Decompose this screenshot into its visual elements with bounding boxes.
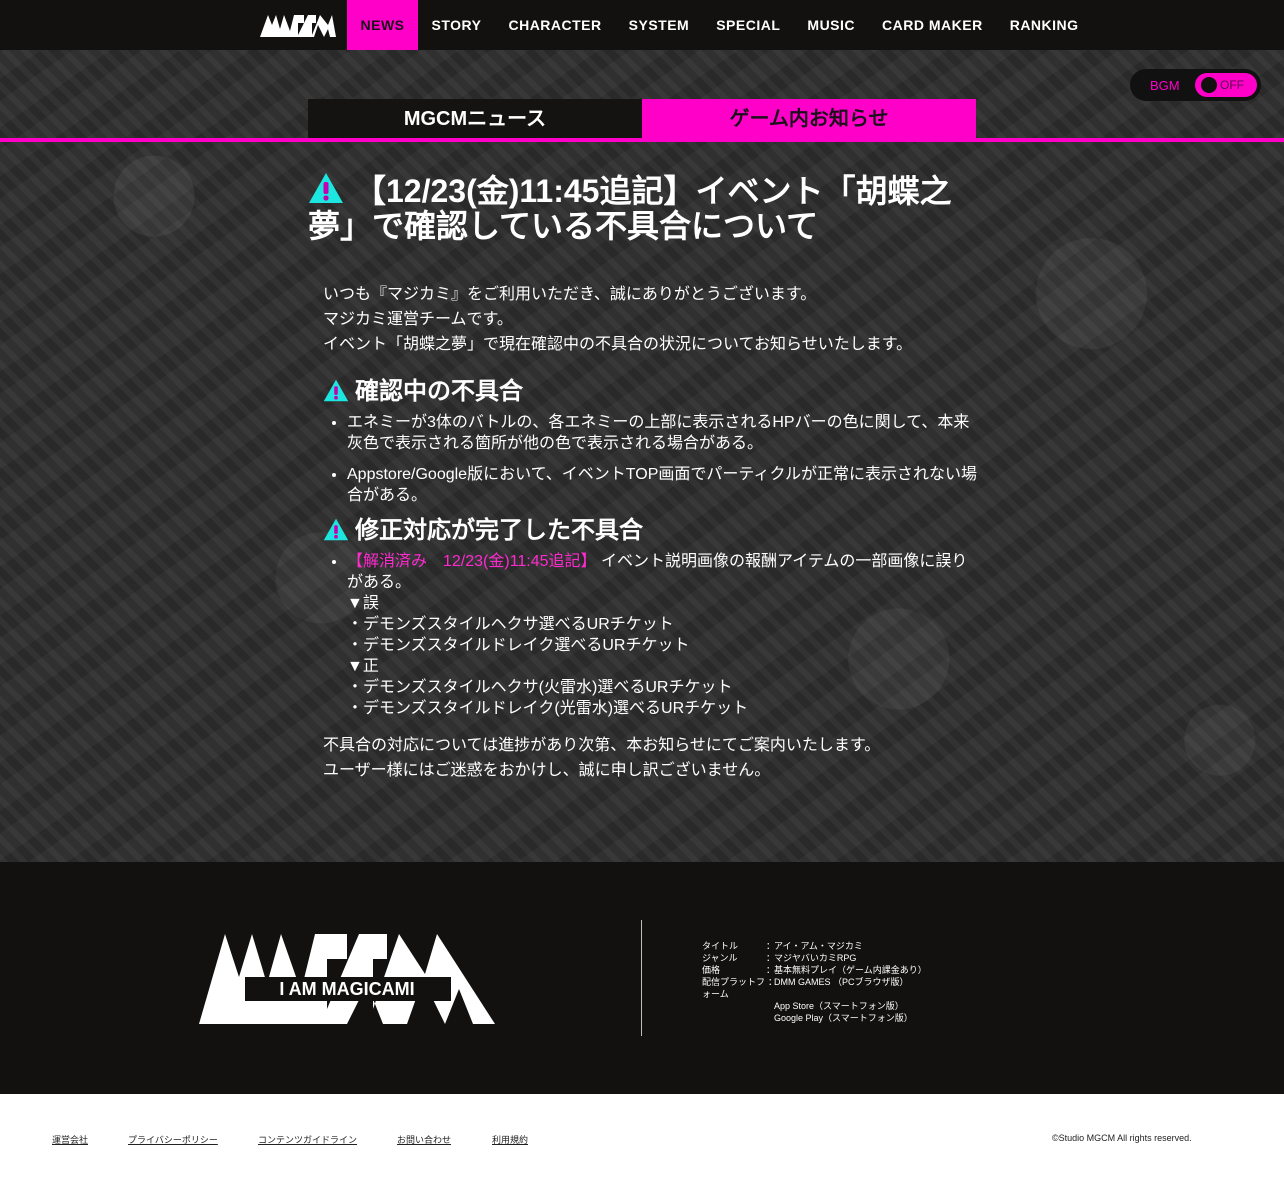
intro-line: マジカミ運営チームです。 — [323, 311, 513, 328]
correction-line: ・デモンズスタイルドレイク選べるURチケット — [347, 637, 690, 654]
footer-logo: I AM MAGICAMI — [199, 934, 495, 1024]
intro-paragraph: いつも『マジカミ』をご利用いただき、誠にありがとうございます。 マジカミ運営チー… — [323, 282, 983, 357]
link-content-guidelines[interactable]: コンテンツガイドライン — [258, 1133, 357, 1146]
correction-line: ▼誤 — [347, 595, 379, 612]
bgm-control: BGM OFF — [1130, 69, 1261, 101]
info-row: 配信プラットフォーム： DMM GAMES （PCブラウザ版） — [702, 977, 909, 999]
correction-line: ・デモンズスタイルドレイク(光雷水)選べるURチケット — [347, 700, 749, 717]
news-content-area: BGM OFF MGCMニュース ゲーム内お知らせ 【12/23(金)11:45… — [0, 50, 1284, 862]
bgm-toggle[interactable]: OFF — [1195, 73, 1257, 97]
link-company[interactable]: 運営会社 — [52, 1133, 88, 1146]
resolved-tag: 【解消済み 12/23(金)11:45追記】 — [347, 553, 597, 570]
tab-mgcm-news[interactable]: MGCMニュース — [308, 99, 642, 139]
nav-card-maker[interactable]: CARD MAKER — [869, 0, 997, 50]
site-logo[interactable] — [258, 11, 338, 39]
nav-music[interactable]: MUSIC — [794, 0, 869, 50]
article-title-text: 【12/23(金)11:45追記】イベント「胡蝶之夢」で確認している不具合につい… — [308, 173, 952, 244]
info-row: 価格：基本無料プレイ（ゲーム内課金あり） — [702, 965, 927, 975]
list-item: 【解消済み 12/23(金)11:45追記】 イベント説明画像の報酬アイテムの一… — [347, 551, 983, 719]
intro-line: いつも『マジカミ』をご利用いただき、誠にありがとうございます。 — [323, 286, 817, 303]
nav-system[interactable]: SYSTEM — [615, 0, 703, 50]
article-title: 【12/23(金)11:45追記】イベント「胡蝶之夢」で確認している不具合につい… — [308, 172, 976, 244]
nav-story[interactable]: STORY — [418, 0, 495, 50]
section-heading-fixed: 修正対応が完了した不具合 — [323, 516, 983, 546]
warning-icon — [323, 379, 349, 402]
link-terms[interactable]: 利用規約 — [492, 1133, 528, 1146]
warning-icon — [323, 518, 349, 541]
toggle-knob — [1201, 77, 1217, 93]
section-heading-text: 修正対応が完了した不具合 — [355, 517, 643, 544]
link-privacy-policy[interactable]: プライバシーポリシー — [128, 1133, 218, 1146]
investigating-list: エネミーが3体のバトルの、各エネミーの上部に表示されるHPバーの色に関して、本来… — [323, 412, 983, 506]
nav-character[interactable]: CHARACTER — [495, 0, 615, 50]
fixed-list: 【解消済み 12/23(金)11:45追記】 イベント説明画像の報酬アイテムの一… — [323, 551, 983, 719]
closing-paragraph: 不具合の対応については進捗があり次第、本お知らせにてご案内いたします。 ユーザー… — [323, 733, 983, 783]
info-row: ジャンル：マジヤバいカミRPG — [702, 953, 857, 963]
list-item: エネミーが3体のバトルの、各エネミーの上部に表示されるHPバーの色に関して、本来… — [347, 412, 983, 454]
main-nav: NEWS STORY CHARACTER SYSTEM SPECIAL MUSI… — [347, 0, 1092, 50]
correction-lines: ▼誤 ・デモンズスタイルヘクサ選べるURチケット ・デモンズスタイルドレイク選べ… — [347, 593, 983, 719]
legal-bar: 運営会社 プライバシーポリシー コンテンツガイドライン お問い合わせ 利用規約 … — [0, 1094, 1284, 1183]
correction-line: ▼正 — [347, 658, 379, 675]
section-heading-text: 確認中の不具合 — [355, 378, 523, 405]
correction-line: ・デモンズスタイルヘクサ(火雷水)選べるURチケット — [347, 679, 733, 696]
footer: I AM MAGICAMI タイトル：アイ・アム・マジカミ ジャンル：マジヤバい… — [0, 862, 1284, 1094]
warning-icon — [309, 173, 343, 203]
footer-divider — [641, 920, 642, 1036]
news-tabs: MGCMニュース ゲーム内お知らせ — [308, 99, 976, 139]
copyright: ©Studio MGCM All rights reserved. — [1052, 1133, 1192, 1143]
game-info: タイトル：アイ・アム・マジカミ ジャンル：マジヤバいカミRPG 価格：基本無料プ… — [702, 940, 927, 1024]
top-navigation-bar: NEWS STORY CHARACTER SYSTEM SPECIAL MUSI… — [0, 0, 1284, 50]
intro-line: イベント「胡蝶之夢」で現在確認中の不具合の状況についてお知らせいたします。 — [323, 336, 913, 353]
article-body: いつも『マジカミ』をご利用いただき、誠にありがとうございます。 マジカミ運営チー… — [323, 282, 983, 783]
info-row: タイトル：アイ・アム・マジカミ — [702, 941, 863, 951]
closing-line: 不具合の対応については進捗があり次第、本お知らせにてご案内いたします。 — [323, 737, 881, 754]
bgm-label: BGM — [1150, 78, 1180, 93]
nav-ranking[interactable]: RANKING — [996, 0, 1092, 50]
nav-special[interactable]: SPECIAL — [703, 0, 794, 50]
tab-ingame-notice[interactable]: ゲーム内お知らせ — [642, 99, 976, 139]
info-row: Google Play（スマートフォン版） — [774, 1013, 913, 1023]
tab-underline — [0, 138, 1284, 142]
section-heading-investigating: 確認中の不具合 — [323, 377, 983, 407]
bgm-state: OFF — [1220, 78, 1244, 92]
correction-line: ・デモンズスタイルヘクサ選べるURチケット — [347, 616, 674, 633]
info-row: App Store（スマートフォン版） — [774, 1001, 904, 1011]
list-item: Appstore/Google版において、イベントTOP画面でパーティクルが正常… — [347, 464, 983, 506]
nav-news[interactable]: NEWS — [347, 0, 418, 50]
closing-line: ユーザー様にはご迷惑をおかけし、誠に申し訳ございません。 — [323, 762, 771, 779]
logo-caption: I AM MAGICAMI — [279, 979, 414, 999]
link-contact[interactable]: お問い合わせ — [397, 1133, 451, 1146]
